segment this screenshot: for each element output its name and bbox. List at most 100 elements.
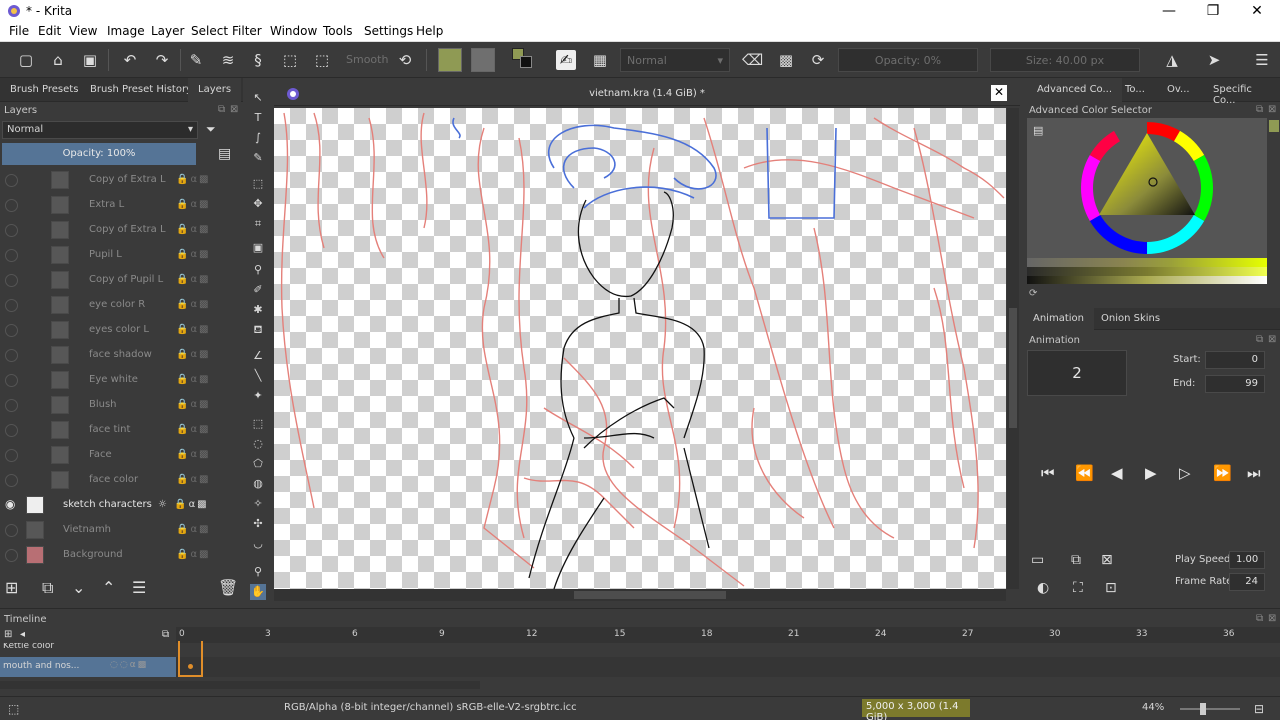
timeline-layer-row-active[interactable]: mouth and nos... ◌◌α▩: [0, 657, 176, 677]
layer-lock-alpha-icons[interactable]: 🔒α▩: [176, 199, 211, 210]
color-picker-icon[interactable]: ⚲: [250, 262, 266, 278]
mirror-horizontal-icon[interactable]: ◮: [1162, 50, 1182, 70]
tab-brush-preset-history[interactable]: Brush Preset History: [80, 78, 202, 102]
redo-icon[interactable]: ↷: [152, 50, 172, 70]
visibility-toggle[interactable]: [5, 524, 18, 537]
play-speed-field[interactable]: 1.00: [1229, 551, 1265, 569]
new-document-icon[interactable]: ▢: [16, 50, 36, 70]
start-frame-field[interactable]: 0: [1205, 351, 1265, 369]
layer-lock-alpha-icons[interactable]: 🔒α▩: [176, 399, 211, 410]
onion-skin-icon[interactable]: ◐: [1037, 580, 1049, 596]
transform-tool-icon[interactable]: ⬚: [250, 176, 266, 192]
minimize-button[interactable]: —: [1146, 0, 1192, 22]
text-tool-icon[interactable]: T: [250, 110, 266, 126]
mirror-vertical-icon[interactable]: ➤: [1204, 50, 1224, 70]
refresh-color-icon[interactable]: ⟳: [1029, 288, 1037, 299]
measure-tool-icon[interactable]: ∠: [250, 348, 266, 364]
bezier-select-icon[interactable]: ◡: [250, 536, 266, 552]
visibility-toggle[interactable]: [5, 449, 18, 462]
timeline-ruler[interactable]: 0 3 6 9 12 15 18 21 24 27 30 33 36: [176, 627, 1280, 643]
menu-window[interactable]: Window: [270, 24, 317, 38]
open-document-icon[interactable]: ⌂: [48, 50, 68, 70]
close-dock-icon[interactable]: ⊠: [1268, 104, 1276, 115]
tab-advanced-color[interactable]: Advanced Co...: [1023, 78, 1123, 102]
layer-row-active[interactable]: ◉ sketch characters ☼ 🔒α▩: [0, 493, 232, 518]
visibility-toggle[interactable]: [5, 174, 18, 187]
visibility-toggle[interactable]: [5, 199, 18, 212]
menu-image[interactable]: Image: [107, 24, 145, 38]
selection-tool-icon[interactable]: ⬚: [312, 50, 332, 70]
layer-lock-alpha-icons[interactable]: 🔒α▩: [176, 474, 211, 485]
visibility-toggle[interactable]: [5, 324, 18, 337]
visibility-toggle[interactable]: [5, 349, 18, 362]
menu-view[interactable]: View: [69, 24, 97, 38]
timeline-layer-row[interactable]: Kettle color: [0, 643, 176, 653]
layer-lock-alpha-icons[interactable]: 🔒α▩: [176, 549, 211, 560]
next-keyframe-icon[interactable]: ⏩: [1213, 464, 1232, 482]
layer-row[interactable]: face shadow 🔒α▩: [0, 343, 232, 368]
zoom-slider[interactable]: [1180, 708, 1240, 710]
contiguous-select-icon[interactable]: ✧: [250, 496, 266, 512]
color-wheel[interactable]: [1077, 118, 1217, 258]
float-dock-icon[interactable]: ⧉: [218, 104, 225, 115]
close-document-icon[interactable]: ✕: [991, 85, 1007, 101]
layer-row[interactable]: eye color R 🔒α▩: [0, 293, 232, 318]
eye-visible-icon[interactable]: ◉: [5, 498, 18, 511]
visibility-toggle[interactable]: [5, 399, 18, 412]
layer-row[interactable]: Copy of Extra L 🔒α▩: [0, 168, 232, 193]
tab-overview[interactable]: Ov...: [1157, 78, 1200, 102]
layer-row[interactable]: Blush 🔒α▩: [0, 393, 232, 418]
selection-icon[interactable]: ⬚: [8, 702, 19, 716]
layer-row[interactable]: Eye white 🔒α▩: [0, 368, 232, 393]
layer-row[interactable]: Background 🔒α▩: [0, 543, 232, 568]
layer-filter-icon[interactable]: ⏷: [206, 122, 216, 137]
layer-lock-alpha-icons[interactable]: 🔒α▩: [176, 174, 211, 185]
brush-preset-icon[interactable]: ✍: [556, 50, 576, 70]
visibility-toggle[interactable]: [5, 474, 18, 487]
layer-row[interactable]: Copy of Pupil L 🔒α▩: [0, 268, 232, 293]
restore-button[interactable]: ❐: [1190, 0, 1236, 22]
eraser-icon[interactable]: ⌫: [742, 50, 763, 70]
layer-opacity-slider[interactable]: Opacity: 100%: [2, 143, 196, 165]
crop-tool-icon[interactable]: ⌗: [250, 216, 266, 232]
layer-properties-icon[interactable]: ▤: [218, 146, 231, 162]
tab-animation[interactable]: Animation: [1023, 308, 1094, 330]
color-history-bars[interactable]: [1027, 258, 1267, 284]
selector-settings-icon[interactable]: ▤: [1033, 124, 1043, 137]
layer-row[interactable]: Copy of Extra L 🔒α▩: [0, 218, 232, 243]
calligraphy-tool-icon[interactable]: ∫: [250, 130, 266, 146]
frame-rate-field[interactable]: 24: [1229, 573, 1265, 591]
zoom-slider-handle[interactable]: [1200, 703, 1206, 715]
layer-row[interactable]: eyes color L 🔒α▩: [0, 318, 232, 343]
canvas-vertical-scrollbar[interactable]: [1007, 108, 1019, 589]
zoom-tool-icon[interactable]: ⚲: [250, 564, 266, 580]
drawing-canvas[interactable]: [274, 108, 1006, 589]
preserve-alpha-icon[interactable]: ▩: [776, 50, 796, 70]
multibrush-icon[interactable]: ≋: [218, 50, 238, 70]
menu-settings[interactable]: Settings: [364, 24, 413, 38]
freehand-brush-tool-icon[interactable]: ✎: [250, 150, 266, 166]
save-document-icon[interactable]: ▣: [80, 50, 100, 70]
move-layer-down-icon[interactable]: ⌄: [72, 578, 85, 597]
layer-lock-alpha-icons[interactable]: 🔒α▩: [176, 224, 211, 235]
freehand-brush-icon[interactable]: ✎: [186, 50, 206, 70]
next-frame-icon[interactable]: ▷: [1179, 464, 1191, 482]
close-dock-icon[interactable]: ⊠: [230, 104, 238, 115]
copy-frame-icon[interactable]: ⧉: [1071, 552, 1081, 568]
gradient-swatch[interactable]: [471, 48, 495, 72]
similar-select-icon[interactable]: ✣: [250, 516, 266, 532]
layer-lock-alpha-icons[interactable]: 🔒α▩: [176, 274, 211, 285]
pan-tool-icon[interactable]: ✋: [250, 584, 266, 600]
visibility-toggle[interactable]: [5, 299, 18, 312]
layer-row[interactable]: Vietnamh 🔒α▩: [0, 518, 232, 543]
layer-lock-alpha-icons[interactable]: 🔒α▩: [176, 299, 211, 310]
fill-pattern-swatch[interactable]: [438, 48, 462, 72]
freehand-select-icon[interactable]: ◍: [250, 476, 266, 492]
opacity-slider[interactable]: Opacity: 0%: [838, 48, 978, 72]
tab-specific-color[interactable]: Specific Co...: [1203, 78, 1280, 106]
layer-lock-alpha-icons[interactable]: 🔒α▩: [176, 324, 211, 335]
tab-onion-skins[interactable]: Onion Skins: [1091, 308, 1170, 330]
dynamic-brush-icon[interactable]: §: [248, 50, 268, 70]
layer-row[interactable]: face tint 🔒α▩: [0, 418, 232, 443]
float-dock-icon[interactable]: ⧉: [1256, 613, 1263, 624]
